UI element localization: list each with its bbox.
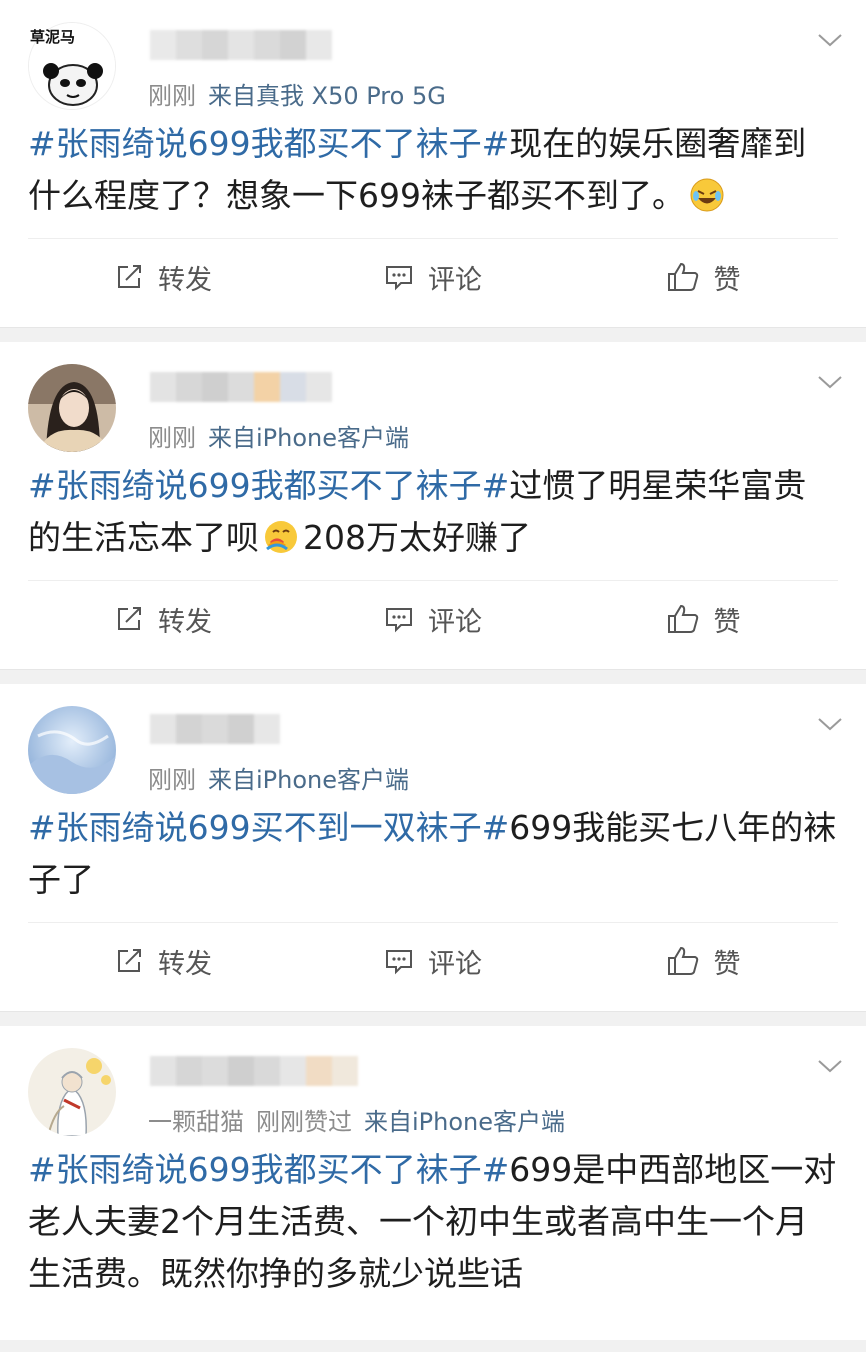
- post-card: 刚刚 来自iPhone客户端 #张雨绮说699买不到一双袜子#699我能买七八年的…: [0, 684, 866, 1012]
- post-header: 刚刚 来自iPhone客户端: [0, 342, 866, 460]
- post-card: 刚刚 来自iPhone客户端 #张雨绮说699我都买不了袜子#过惯了明星荣华富贵的…: [0, 342, 866, 670]
- liked-by[interactable]: 一颗甜猫: [148, 1108, 244, 1136]
- post-header: 一颗甜猫 刚刚赞过 来自iPhone客户端: [0, 1026, 866, 1144]
- laugh-cry-emoji-icon: [690, 178, 724, 212]
- comment-icon: [386, 950, 412, 975]
- share-icon: [118, 607, 141, 630]
- post-meta: 刚刚 来自iPhone客户端: [148, 418, 421, 453]
- username-blurred[interactable]: [150, 714, 280, 744]
- comment-button[interactable]: 评论: [298, 581, 568, 657]
- share-icon: [118, 949, 141, 972]
- post-header: 刚刚 来自iPhone客户端: [0, 684, 866, 802]
- repost-label: 转发: [158, 606, 212, 638]
- username-blurred[interactable]: [150, 30, 332, 60]
- like-button[interactable]: 赞: [568, 581, 838, 657]
- hashtag-link[interactable]: #张雨绮说699买不到一双袜子#: [28, 808, 509, 847]
- post-text: #张雨绮说699买不到一双袜子#699我能买七八年的袜子了: [0, 802, 866, 906]
- username-blurred[interactable]: [150, 1056, 358, 1086]
- post-source[interactable]: 来自真我 X50 Pro 5G: [208, 82, 446, 110]
- post-time: 刚刚: [148, 766, 196, 794]
- post-time: 刚刚: [148, 82, 196, 110]
- repost-button[interactable]: 转发: [28, 239, 298, 315]
- action-bar: 转发 评论 赞: [28, 922, 838, 999]
- post-header: 草泥马 刚刚 来自真我 X50 Pro 5G: [0, 0, 866, 118]
- separator: [0, 328, 866, 342]
- like-label: 赞: [713, 264, 741, 296]
- post-meta: 刚刚 来自iPhone客户端: [148, 760, 421, 795]
- chevron-down-icon[interactable]: [816, 30, 844, 50]
- rainbow-puke-emoji-icon: [265, 521, 297, 553]
- post-source[interactable]: 来自iPhone客户端: [208, 766, 409, 794]
- action-bar: 转发 评论 赞: [28, 580, 838, 657]
- ink-painting-avatar-icon: [28, 1048, 116, 1136]
- comment-button[interactable]: 评论: [298, 923, 568, 999]
- repost-button[interactable]: 转发: [28, 923, 298, 999]
- post-meta: 刚刚 来自真我 X50 Pro 5G: [148, 76, 458, 111]
- hashtag-link[interactable]: #张雨绮说699我都买不了袜子#: [28, 1150, 509, 1189]
- hashtag-link[interactable]: #张雨绮说699我都买不了袜子#: [28, 124, 509, 163]
- avatar[interactable]: [28, 706, 116, 794]
- thumbs-up-icon: [667, 946, 698, 975]
- thumbs-up-icon: [667, 262, 698, 291]
- post-body-continued: 208万太好赚了: [303, 518, 531, 557]
- chevron-down-icon[interactable]: [816, 1056, 844, 1076]
- avatar[interactable]: [28, 1048, 116, 1136]
- post-source[interactable]: 来自iPhone客户端: [208, 424, 409, 452]
- comment-icon: [386, 608, 412, 633]
- repost-label: 转发: [158, 264, 212, 296]
- like-button[interactable]: 赞: [568, 239, 838, 315]
- avatar[interactable]: [28, 364, 116, 452]
- hashtag-link[interactable]: #张雨绮说699我都买不了袜子#: [28, 466, 509, 505]
- like-button[interactable]: 赞: [568, 923, 838, 999]
- comment-icon: [386, 266, 412, 291]
- comment-label: 评论: [428, 264, 482, 296]
- comment-button[interactable]: 评论: [298, 239, 568, 315]
- weibo-feed: 草泥马 刚刚 来自真我 X50 Pro 5G #张雨绮说699我都买不了袜子#现在…: [0, 0, 866, 1340]
- repost-button[interactable]: 转发: [28, 581, 298, 657]
- separator: [0, 1012, 866, 1026]
- comment-label: 评论: [428, 948, 482, 980]
- share-icon: [118, 265, 141, 288]
- blue-sky-avatar-icon: [28, 706, 116, 794]
- post-meta: 一颗甜猫 刚刚赞过 来自iPhone客户端: [148, 1102, 577, 1137]
- post-card: 一颗甜猫 刚刚赞过 来自iPhone客户端 #张雨绮说699我都买不了袜子#699是…: [0, 1026, 866, 1340]
- avatar-caption: 草泥马: [30, 28, 76, 46]
- username-blurred[interactable]: [150, 372, 332, 402]
- chevron-down-icon[interactable]: [816, 372, 844, 392]
- repost-label: 转发: [158, 948, 212, 980]
- like-label: 赞: [713, 606, 741, 638]
- post-source[interactable]: 来自iPhone客户端: [364, 1108, 565, 1136]
- post-time: 刚刚: [148, 424, 196, 452]
- post-time: 刚刚赞过: [256, 1108, 352, 1136]
- comment-label: 评论: [428, 606, 482, 638]
- separator: [0, 670, 866, 684]
- post-card: 草泥马 刚刚 来自真我 X50 Pro 5G #张雨绮说699我都买不了袜子#现在…: [0, 0, 866, 328]
- chevron-down-icon[interactable]: [816, 714, 844, 734]
- post-text: #张雨绮说699我都买不了袜子#699是中西部地区一对老人夫妻2个月生活费、一个…: [0, 1144, 866, 1300]
- post-text: #张雨绮说699我都买不了袜子#过惯了明星荣华富贵的生活忘本了呗 208万太好赚…: [0, 460, 866, 564]
- action-bar: 转发 评论 赞: [28, 238, 838, 315]
- thumbs-up-icon: [667, 604, 698, 633]
- girl-photo-avatar-icon: [28, 364, 116, 452]
- like-label: 赞: [713, 948, 741, 980]
- post-text: #张雨绮说699我都买不了袜子#现在的娱乐圈奢靡到什么程度了？想象一下699袜子…: [0, 118, 866, 222]
